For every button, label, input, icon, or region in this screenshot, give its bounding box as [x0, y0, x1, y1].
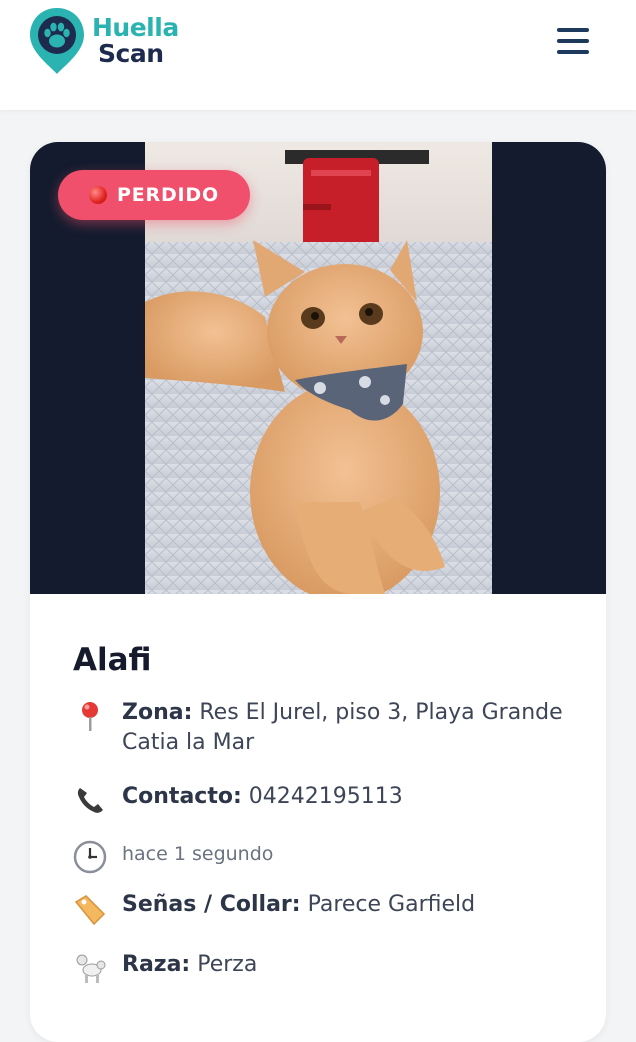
zone-text: Zona: Res El Jurel, piso 3, Playa Grande…	[122, 698, 572, 758]
marks-label: Señas / Collar:	[122, 892, 301, 917]
marks-text: Señas / Collar: Parece Garfield	[122, 890, 475, 920]
red-circle-icon	[89, 186, 108, 204]
status-label: PERDIDO	[117, 184, 219, 206]
status-badge: PERDIDO	[58, 170, 250, 220]
breed-row: Raza: Perza	[72, 950, 572, 986]
breed-label: Raza:	[122, 952, 191, 977]
brand-wordmark: Huella Scan	[92, 15, 179, 67]
clock-icon	[72, 839, 108, 875]
paw-pin-icon	[28, 6, 86, 76]
telephone-icon	[72, 782, 108, 818]
time-row: hace 1 segundo	[72, 839, 572, 875]
contact-value[interactable]: 04242195113	[249, 784, 403, 809]
breed-text: Raza: Perza	[122, 950, 257, 980]
pet-card: PERDIDO Alafi Zona: Res El Jurel, piso 3…	[30, 142, 606, 1042]
marks-row: Señas / Collar: Parece Garfield	[72, 890, 572, 926]
breed-value: Perza	[197, 952, 258, 977]
zone-label: Zona:	[122, 700, 193, 725]
contact-label: Contacto:	[122, 784, 242, 809]
zone-row: Zona: Res El Jurel, piso 3, Playa Grande…	[72, 698, 572, 758]
hamburger-menu-icon[interactable]	[552, 24, 592, 60]
map-pin-icon	[72, 698, 108, 734]
time-text: hace 1 segundo	[122, 843, 274, 865]
contact-text: Contacto: 04242195113	[122, 782, 403, 812]
brand-line2: Scan	[98, 39, 164, 68]
brand-logo[interactable]: Huella Scan	[28, 6, 179, 76]
tag-icon	[72, 890, 108, 926]
pet-name: Alafi	[73, 642, 152, 678]
app-header: Huella Scan	[0, 0, 636, 110]
poodle-icon	[72, 950, 108, 986]
contact-row: Contacto: 04242195113	[72, 782, 572, 818]
brand-line1: Huella	[92, 13, 179, 42]
marks-value: Parece Garfield	[307, 892, 476, 917]
